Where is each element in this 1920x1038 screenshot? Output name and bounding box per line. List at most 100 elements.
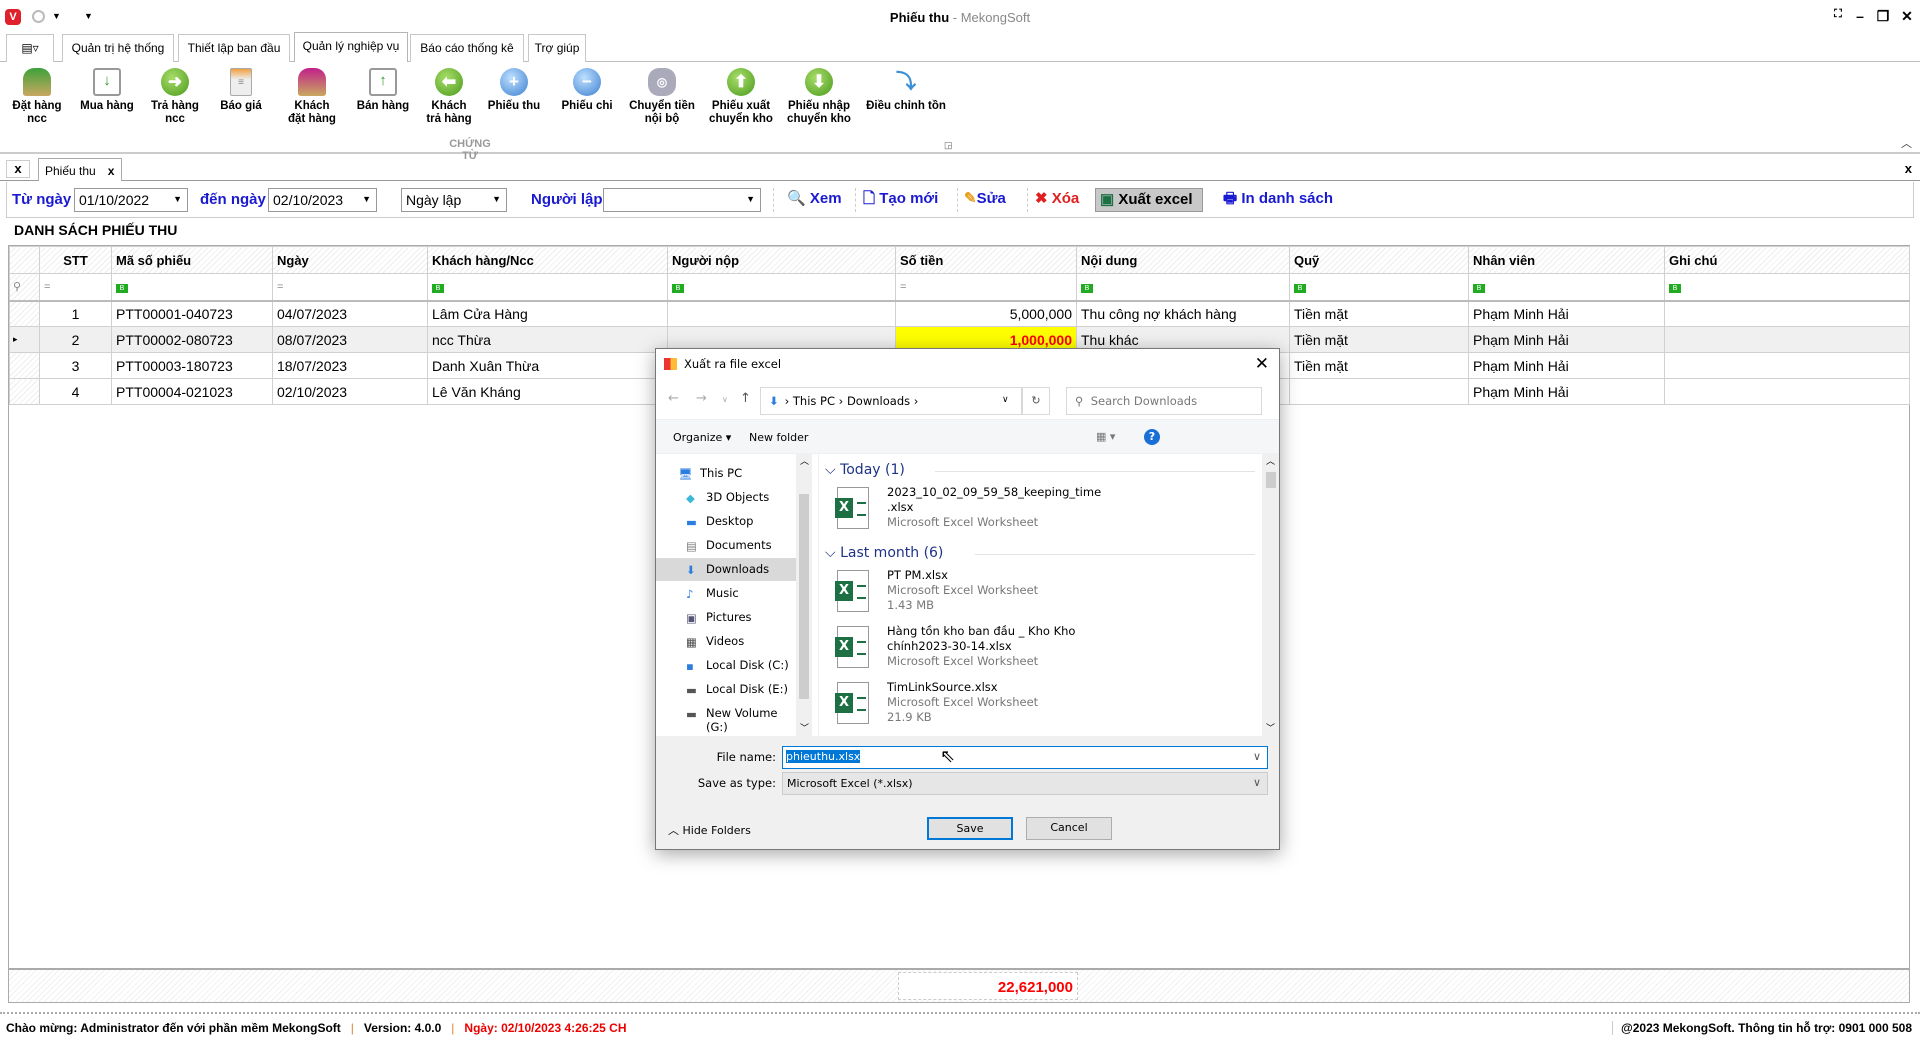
nav-item[interactable]: ▬ Desktop (656, 510, 796, 533)
file-list-scrollbar[interactable]: ︿ ﹀ (1262, 454, 1279, 736)
save-type-select[interactable]: Microsoft Excel (*.xlsx) ∨ (782, 772, 1268, 795)
table-row[interactable]: 1 PTT00001-040723 04/07/2023 Lâm Cửa Hàng 5,… (9, 300, 1910, 327)
print-list-button[interactable]: 🖶 In danh sách (1219, 188, 1337, 212)
filter-cell[interactable]: = (272, 273, 428, 302)
chevron-down-icon[interactable]: ∨ (1253, 750, 1261, 763)
column-header[interactable]: Khách hàng/Ncc (427, 246, 668, 274)
nav-scroll-thumb[interactable] (799, 494, 809, 699)
breadcrumb-this-pc[interactable]: This PC (793, 394, 835, 408)
column-header[interactable]: Ghi chú (1664, 246, 1910, 274)
quote-button[interactable]: ≡ Báo giá (204, 66, 278, 113)
filter-cell[interactable]: B (1664, 273, 1910, 302)
column-header[interactable]: Ngày (272, 246, 428, 274)
doc-tab-receipt[interactable]: Phiếu thu x (38, 158, 122, 181)
table-cell[interactable]: 08/07/2023 (272, 326, 428, 353)
customer-return-button[interactable]: ⬅ Khách trả hàng (412, 66, 486, 126)
filter-cell[interactable]: B (1289, 273, 1469, 302)
creator-select[interactable]: ▼ (603, 188, 761, 212)
address-bar[interactable]: ⬇ › This PC › Downloads › (760, 387, 1022, 415)
view-options-icon[interactable]: ▦ ▾ (1096, 430, 1115, 443)
filter-cell[interactable]: B (111, 273, 273, 302)
nav-item[interactable]: ▤ Documents (656, 534, 796, 557)
supplier-order-button[interactable]: Đặt hàng ncc (0, 66, 74, 126)
warehouse-import-button[interactable]: ⬇ Phiếu nhập chuyển kho (782, 66, 856, 126)
collapse-ribbon-icon[interactable]: ︿ (1901, 135, 1912, 151)
new-folder-button[interactable]: New folder (749, 431, 808, 444)
from-date-picker[interactable]: 01/10/2022 ▼ (74, 188, 188, 212)
nav-item[interactable]: ♪ Music (656, 582, 796, 605)
table-cell[interactable]: PTT00004-021023 (111, 378, 273, 405)
nav-item[interactable]: ◆ 3D Objects (656, 486, 796, 509)
table-cell[interactable]: 4 (39, 378, 112, 405)
dialog-close-button[interactable]: ✕ (1255, 354, 1269, 374)
back-arrow-icon[interactable]: ← (668, 391, 679, 406)
nav-item[interactable]: ▦ Videos (656, 630, 796, 653)
search-input[interactable]: ⚲ Search Downloads (1066, 387, 1262, 415)
forward-arrow-icon[interactable]: → (696, 391, 707, 406)
nav-item[interactable]: ▪ Local Disk (C:) (656, 654, 796, 677)
delete-button[interactable]: ✖ Xóa (1031, 188, 1083, 212)
table-cell[interactable]: Tiền mặt (1289, 326, 1469, 353)
to-date-picker[interactable]: 02/10/2023 ▼ (268, 188, 377, 212)
file-item[interactable]: X PT PM.xlsx Microsoft Excel Worksheet 1.43… (835, 568, 1217, 622)
row-indicator[interactable]: ▸ (9, 326, 40, 353)
group-today[interactable]: ⌵ Today (1) (825, 462, 1255, 478)
close-tab-icon[interactable]: x (108, 164, 115, 178)
table-cell[interactable]: 18/07/2023 (272, 352, 428, 379)
cancel-button[interactable]: Cancel (1026, 817, 1112, 840)
row-indicator[interactable] (9, 378, 40, 405)
receipt-button[interactable]: + Phiếu thu (477, 66, 551, 113)
create-button[interactable]: 🗋 Tạo mới (859, 188, 942, 212)
table-cell[interactable]: PTT00002-080723 (111, 326, 273, 353)
filter-cell[interactable]: B (1076, 273, 1290, 302)
file-item[interactable]: X 2023_10_02_09_59_58_keeping_time .xlsx Mi… (835, 485, 1217, 539)
table-cell[interactable]: PTT00001-040723 (111, 300, 273, 327)
payment-button[interactable]: − Phiếu chi (550, 66, 624, 113)
table-cell[interactable] (1289, 378, 1469, 405)
help-icon[interactable]: ? (1144, 429, 1160, 445)
table-cell[interactable]: Phạm Minh Hải (1468, 378, 1665, 405)
close-all-tabs-button[interactable]: x (6, 160, 30, 178)
table-cell[interactable]: 04/07/2023 (272, 300, 428, 327)
table-cell[interactable]: Phạm Minh Hải (1468, 352, 1665, 379)
nav-item[interactable]: ▣ Pictures (656, 606, 796, 629)
table-cell[interactable]: Lâm Cửa Hàng (427, 300, 668, 327)
file-scroll-thumb[interactable] (1266, 472, 1276, 488)
filter-cell[interactable]: B (667, 273, 896, 302)
return-to-supplier-button[interactable]: ➜ Trả hàng ncc (138, 66, 212, 126)
tab-reports[interactable]: Báo cáo thống kê (410, 34, 524, 62)
table-cell[interactable] (1664, 378, 1910, 405)
restore-button[interactable]: ❐ (1872, 8, 1894, 25)
purchase-button[interactable]: ↓ Mua hàng (70, 66, 144, 113)
stock-adjust-button[interactable]: ⤵ Điều chỉnh tồn (862, 66, 950, 113)
table-cell[interactable] (1664, 326, 1910, 353)
table-cell[interactable] (1664, 300, 1910, 327)
table-cell[interactable]: 3 (39, 352, 112, 379)
screenshot-icon[interactable]: ⛶ (1827, 8, 1849, 21)
column-header[interactable]: Mã số phiếu (111, 246, 273, 274)
table-cell[interactable] (667, 300, 896, 327)
row-indicator[interactable] (9, 300, 40, 327)
up-arrow-icon[interactable]: ↑ (740, 391, 751, 406)
column-header[interactable]: Người nộp (667, 246, 896, 274)
table-cell[interactable]: 2 (39, 326, 112, 353)
table-cell[interactable]: Phạm Minh Hải (1468, 300, 1665, 327)
tab-system-admin[interactable]: Quản trị hệ thống (62, 34, 174, 62)
filter-cell[interactable]: = (895, 273, 1077, 302)
breadcrumb-downloads[interactable]: Downloads (847, 394, 910, 408)
row-indicator[interactable] (9, 352, 40, 379)
column-header[interactable]: Nhân viên (1468, 246, 1665, 274)
tab-help[interactable]: Trợ giúp (528, 34, 586, 62)
tab-business-management[interactable]: Quản lý nghiệp vụ (294, 32, 408, 63)
column-header[interactable]: Quỹ (1289, 246, 1469, 274)
file-item[interactable]: X TimLinkSource.xlsx Microsoft Excel Works… (835, 680, 1217, 734)
refresh-button[interactable]: ↻ (1022, 387, 1050, 415)
export-excel-button[interactable]: ▣ Xuất excel (1095, 188, 1203, 212)
table-cell[interactable]: Phạm Minh Hải (1468, 326, 1665, 353)
nav-item[interactable]: ▬ Local Disk (E:) (656, 678, 796, 701)
address-dropdown-icon[interactable]: ∨ (1002, 395, 1009, 405)
customer-order-button[interactable]: Khách đặt hàng (275, 66, 349, 126)
close-document-icon[interactable]: x (1905, 161, 1912, 176)
nav-item[interactable]: ⬇ Downloads (656, 558, 796, 581)
organize-button[interactable]: Organize ▾ (673, 431, 731, 444)
